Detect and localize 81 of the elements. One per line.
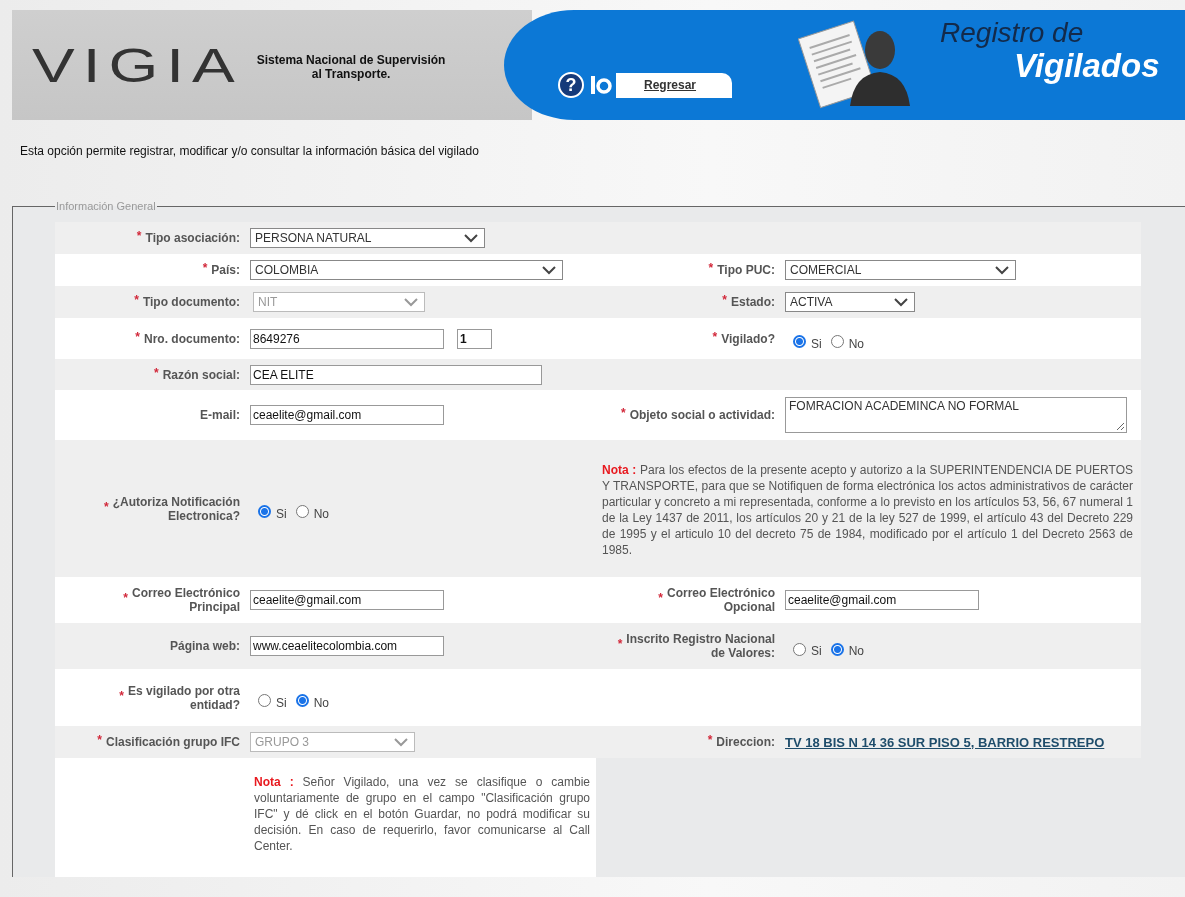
field-label: Tipo PUC:: [717, 263, 775, 277]
radio-button[interactable]: [295, 505, 309, 518]
field-label: Vigilado?: [721, 331, 775, 346]
field-label: Tipo documento:: [142, 295, 240, 309]
page-title: Registro de: [940, 18, 1085, 48]
radio-button[interactable]: [830, 642, 844, 656]
field-label: Direccion:: [716, 735, 775, 749]
note-paragraph: Nota : Para los efectos de la presente acepto y autorizo a la SUPERINTENDENCIA DE PUERTOS Y TRANSPORTE, para que se Notifiquen de forma electrónica los actos administrativos de carácter particular y concreto a mi representada, conforme a lo previsto en los artículos 53, 56, 67 numeral 1 de la Ley 1437 de 2011, los artículos 20 y 21 de la ley 527 de 1999, el artículo 43 del Decreto 229 de 1995 y el articulo 10 del decreto 75 de 1984, modificado por el artículo 1 del Decreto 2563 de 1985.: [602, 461, 1133, 558]
field-label: E-mail:: [200, 408, 240, 422]
required-mark: *: [135, 329, 140, 344]
input-field[interactable]: ceaelite@gmail.com: [785, 590, 979, 610]
address-link[interactable]: TV 18 BIS N 14 36 SUR PISO 5, BARRIO RESTREPO: [785, 734, 1105, 750]
caret-icon: [404, 297, 418, 307]
required-mark: *: [123, 591, 128, 605]
radio-button[interactable]: [295, 694, 309, 707]
caret-icon: [542, 265, 556, 275]
radio-label: Si: [811, 644, 822, 658]
vigia-logo: VIGIA: [32, 41, 243, 89]
resize-grip-icon[interactable]: [1116, 422, 1125, 431]
field-label: Razón social:: [162, 367, 240, 382]
field-label: Clasificación grupo IFC: [106, 735, 240, 749]
fieldset-legend: Información General: [55, 200, 157, 212]
field-label: ¿Autoriza Notificación Electronica?: [112, 494, 240, 523]
caret-icon: [995, 265, 1009, 275]
back-link[interactable]: Regresar: [616, 72, 733, 98]
required-mark: *: [620, 406, 626, 420]
required-mark: *: [119, 688, 124, 703]
field-label: Nro. documento:: [144, 331, 240, 346]
field-label: Correo Electrónico Principal: [131, 586, 240, 614]
field-label: Estado:: [731, 295, 775, 309]
field-label: País:: [211, 263, 240, 277]
required-mark: *: [658, 591, 663, 605]
tagline-text: Sistema Nacional de Supervisión al Transporte.: [256, 53, 446, 81]
required-mark: *: [97, 733, 102, 747]
radio-label: No: [848, 336, 864, 351]
field-label: Tipo asociación:: [145, 231, 240, 245]
ring-icon[interactable]: [590, 74, 612, 96]
input-field[interactable]: CEA ELITE: [250, 364, 542, 385]
required-mark: *: [712, 329, 718, 344]
required-mark: *: [104, 499, 109, 514]
caret-icon: [464, 233, 478, 243]
radio-button[interactable]: [793, 335, 806, 348]
required-mark: *: [708, 261, 714, 275]
radio-button[interactable]: [830, 335, 844, 348]
field-label: Es vigilado por otra entidad?: [127, 683, 240, 712]
input-field[interactable]: www.ceaelitecolombia.com: [250, 636, 444, 656]
input-field[interactable]: ceaelite@gmail.com: [250, 590, 444, 610]
field-label: Página web:: [170, 639, 240, 653]
radio-label: Si: [811, 336, 822, 351]
required-mark: *: [153, 365, 159, 380]
radio-label: No: [313, 695, 329, 710]
required-mark: *: [202, 261, 208, 275]
radio-label: Si: [276, 506, 287, 521]
radio-label: No: [848, 644, 864, 658]
note-paragraph: Nota : Señor Vigilado, una vez se clasifique o cambie voluntariamente de grupo en el campo "Clasificación grupo IFC" y dé click en el botón Guardar, no podrá modificar su decisión. En caso de requerirlo, favor comunicarse al Call Center.: [254, 774, 590, 854]
textarea-field[interactable]: FOMRACION ACADEMINCA NO FORMAL: [785, 397, 1127, 433]
input-field[interactable]: 8649276: [250, 328, 444, 349]
required-mark: *: [617, 637, 623, 651]
input-field[interactable]: 1: [457, 328, 492, 349]
radio-label: Si: [276, 695, 287, 710]
input-field[interactable]: ceaelite@gmail.com: [250, 405, 444, 425]
select-field[interactable]: PERSONA NATURAL: [250, 228, 485, 248]
intro-text: Esta opción permite registrar, modificar y/o consultar la información básica del vigilado: [20, 144, 480, 158]
field-label: Objeto social o actividad:: [629, 408, 775, 422]
field-label: Inscrito Registro Nacional de Valores:: [626, 632, 775, 660]
radio-button[interactable]: [258, 694, 271, 707]
required-mark: *: [136, 229, 142, 243]
caret-icon: [394, 737, 408, 747]
required-mark: *: [134, 293, 139, 307]
help-button[interactable]: ?: [558, 72, 584, 98]
select-field[interactable]: ACTIVA: [785, 292, 915, 312]
required-mark: *: [707, 733, 713, 747]
radio-button[interactable]: [793, 642, 806, 656]
caret-icon: [894, 297, 908, 307]
radio-button[interactable]: [258, 505, 271, 518]
select-field[interactable]: COMERCIAL: [785, 260, 1016, 280]
select-field[interactable]: COLOMBIA: [250, 260, 563, 280]
required-mark: *: [722, 293, 727, 307]
page-title: Vigilados: [1014, 48, 1160, 84]
field-label: Correo Electrónico Opcional: [666, 586, 775, 614]
radio-label: No: [313, 506, 329, 521]
